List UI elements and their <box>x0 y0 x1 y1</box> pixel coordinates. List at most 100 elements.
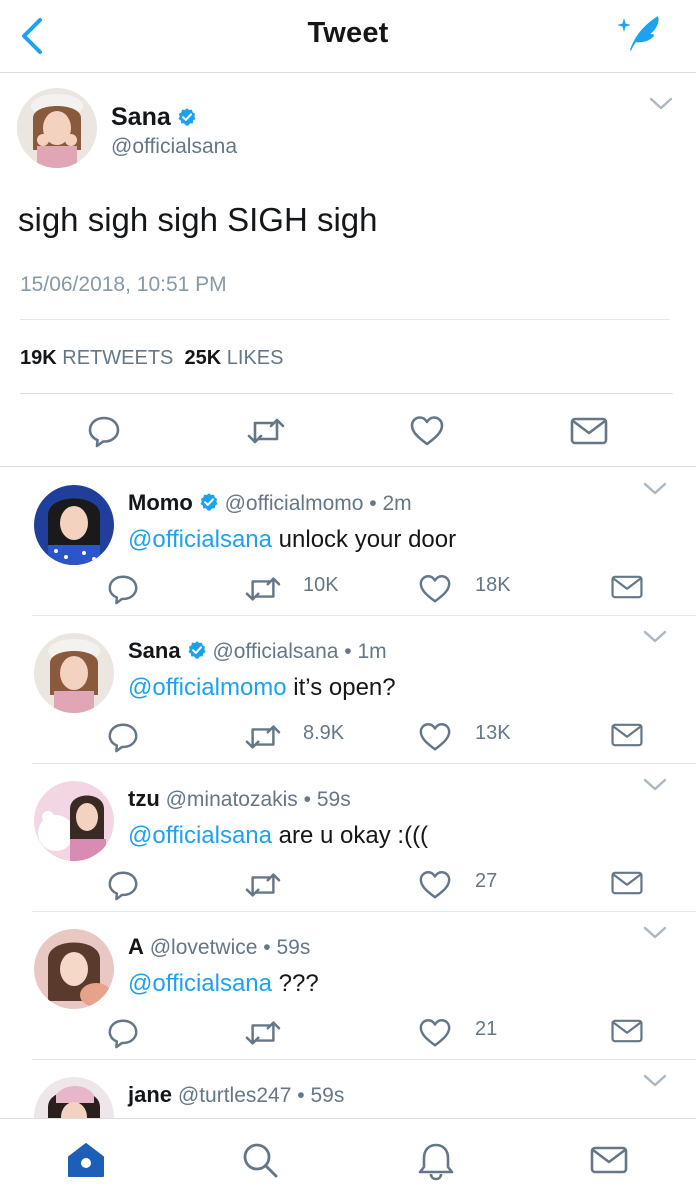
reply-author-name[interactable]: tzu <box>128 786 160 811</box>
reply-header: Sana @officialsana • 1m <box>128 638 387 664</box>
mention-link[interactable]: @officialsana <box>128 526 272 553</box>
separator-dot: • <box>369 492 377 515</box>
message-icon[interactable] <box>610 572 644 602</box>
message-icon[interactable] <box>610 720 644 750</box>
reply-header: A @lovetwice • 59s <box>128 934 310 960</box>
separator-dot: • <box>344 640 352 663</box>
reply-author-handle[interactable]: @lovetwice <box>150 936 258 959</box>
avatar-a[interactable] <box>34 929 114 1009</box>
avatar-tzu[interactable] <box>34 781 114 861</box>
chevron-down-icon[interactable] <box>643 1074 667 1088</box>
reply-author-handle[interactable]: @minatozakis <box>166 788 298 811</box>
tweet-stats: 19K RETWEETS 25K LIKES <box>20 347 283 370</box>
reply-time: 59s <box>316 788 351 811</box>
page-title: Tweet <box>307 17 389 49</box>
reply-icon[interactable] <box>106 572 140 606</box>
home-icon[interactable] <box>66 1141 106 1179</box>
like-count: 18K <box>475 574 511 596</box>
reply-header: tzu @minatozakis • 59s <box>128 786 351 812</box>
author-handle[interactable]: @officialsana <box>111 135 237 159</box>
reply-time: 2m <box>382 492 412 515</box>
reply-tweet[interactable]: A @lovetwice • 59s @officialsana ??? 21 <box>0 912 696 1060</box>
verified-badge-icon <box>177 107 197 127</box>
bottom-tab-bar <box>0 1118 696 1201</box>
reply-author-name[interactable]: Sana <box>128 638 181 663</box>
reply-author-handle[interactable]: @officialsana <box>212 640 338 663</box>
verified-badge-icon <box>187 640 207 660</box>
reply-text: @officialsana unlock your door <box>128 526 457 553</box>
like-count: 21 <box>475 1018 498 1040</box>
chevron-down-icon[interactable] <box>643 482 667 496</box>
reply-time: 59s <box>276 936 311 959</box>
like-icon[interactable] <box>418 720 452 754</box>
like-icon[interactable] <box>418 868 452 902</box>
retweet-icon[interactable] <box>246 413 286 449</box>
mention-link[interactable]: @officialsana <box>128 822 272 849</box>
like-icon[interactable] <box>418 572 452 606</box>
retweet-icon[interactable] <box>244 868 282 902</box>
chevron-down-icon[interactable] <box>649 97 673 111</box>
message-icon[interactable] <box>569 415 609 447</box>
compose-tweet-icon[interactable] <box>610 10 666 56</box>
reply-text: @officialsana ??? <box>128 970 319 997</box>
retweets-label[interactable]: RETWEETS <box>62 347 173 369</box>
chevron-down-icon[interactable] <box>643 926 667 940</box>
search-icon[interactable] <box>241 1141 279 1179</box>
retweet-icon[interactable] <box>244 572 282 606</box>
divider <box>20 393 673 394</box>
reply-time: 59s <box>310 1084 345 1107</box>
main-tweet: Sana @officialsana sigh sigh sigh SIGH s… <box>0 73 696 466</box>
mention-link[interactable]: @officialsana <box>128 970 272 997</box>
reply-icon[interactable] <box>106 720 140 754</box>
avatar-jane[interactable] <box>34 1077 114 1118</box>
reply-tweet[interactable]: tzu @minatozakis • 59s @officialsana are… <box>0 764 696 912</box>
reply-tweet[interactable]: Sana @officialsana • 1m @officialmomo it… <box>0 616 696 764</box>
separator-dot: • <box>303 788 312 811</box>
chevron-down-icon[interactable] <box>643 778 667 792</box>
retweet-icon[interactable] <box>244 1016 282 1050</box>
avatar-momo[interactable] <box>34 485 114 565</box>
reply-author-name[interactable]: A <box>128 934 144 959</box>
message-icon[interactable] <box>610 1016 644 1046</box>
chevron-down-icon[interactable] <box>643 630 667 644</box>
like-icon[interactable] <box>409 413 445 449</box>
reply-author-name[interactable]: jane <box>128 1082 172 1107</box>
retweet-count: 8.9K <box>303 722 345 744</box>
separator-dot: • <box>263 936 271 959</box>
avatar-sana[interactable] <box>17 88 97 168</box>
divider <box>20 319 670 320</box>
likes-count[interactable]: 25K <box>185 347 222 369</box>
reply-tweet[interactable]: Momo @officialmomo • 2m @officialsana un… <box>0 468 696 616</box>
retweet-count: 10K <box>303 574 339 596</box>
top-navigation-bar: Tweet <box>0 0 696 73</box>
verified-badge-icon <box>199 492 219 512</box>
reply-icon[interactable] <box>106 868 140 902</box>
notifications-icon[interactable] <box>416 1141 456 1181</box>
like-icon[interactable] <box>418 1016 452 1050</box>
tweet-text: sigh sigh sigh SIGH sigh <box>18 201 378 238</box>
mail-icon[interactable] <box>589 1143 629 1177</box>
retweet-icon[interactable] <box>244 720 282 754</box>
like-count: 27 <box>475 870 498 892</box>
reply-text: @officialmomo it’s open? <box>128 674 396 701</box>
reply-header: jane @turtles247 • 59s <box>128 1082 344 1108</box>
reply-author-handle[interactable]: @turtles247 <box>178 1084 292 1107</box>
retweets-count[interactable]: 19K <box>20 347 57 369</box>
reply-header: Momo @officialmomo • 2m <box>128 490 412 516</box>
reply-tweet[interactable]: jane @turtles247 • 59s <box>0 1060 696 1118</box>
reply-icon[interactable] <box>86 413 122 449</box>
tweet-timestamp: 15/06/2018, 10:51 PM <box>20 273 227 296</box>
divider <box>0 466 696 467</box>
reply-author-handle[interactable]: @officialmomo <box>225 492 364 515</box>
separator-dot: • <box>297 1084 305 1107</box>
like-count: 13K <box>475 722 511 744</box>
likes-label[interactable]: LIKES <box>227 347 284 369</box>
message-icon[interactable] <box>610 868 644 898</box>
avatar-sana[interactable] <box>34 633 114 713</box>
reply-author-name[interactable]: Momo <box>128 490 193 515</box>
reply-icon[interactable] <box>106 1016 140 1050</box>
reply-time: 1m <box>357 640 387 663</box>
author-name[interactable]: Sana <box>111 103 197 132</box>
reply-text: @officialsana are u okay :((( <box>128 822 429 849</box>
mention-link[interactable]: @officialmomo <box>128 674 287 701</box>
